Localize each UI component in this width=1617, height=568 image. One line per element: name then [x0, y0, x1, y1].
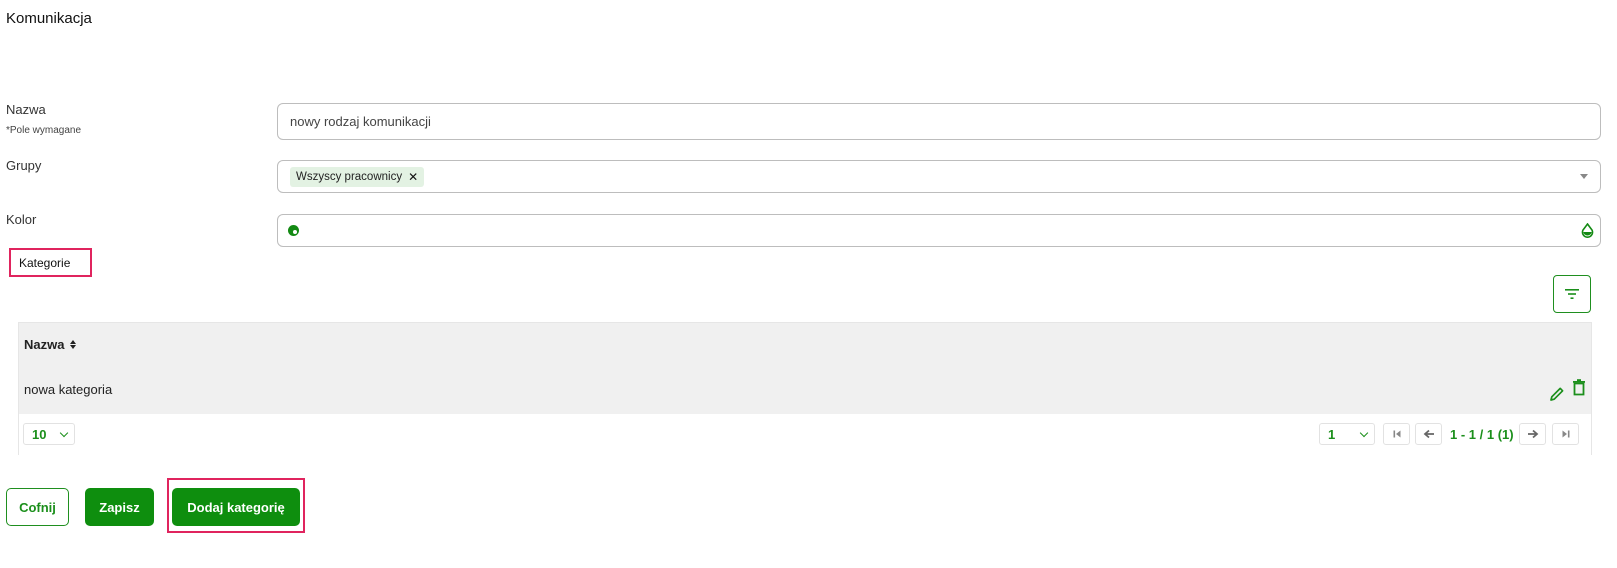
first-page-button[interactable] — [1383, 423, 1410, 445]
palette-icon — [288, 225, 299, 236]
page-number-select[interactable]: 1 — [1319, 423, 1375, 445]
last-page-button[interactable] — [1552, 423, 1579, 445]
page-title: Komunikacja — [6, 10, 92, 27]
add-category-highlight: Dodaj kategorię — [167, 478, 305, 533]
page-number-value: 1 — [1328, 426, 1336, 442]
filter-icon — [1565, 289, 1579, 299]
page-size-value: 10 — [32, 426, 47, 442]
pencil-icon[interactable] — [1548, 385, 1566, 403]
column-header-name-label: Nazwa — [24, 336, 65, 352]
name-label: Nazwa — [6, 102, 46, 117]
last-page-icon — [1562, 430, 1569, 438]
trash-icon[interactable] — [1572, 379, 1586, 396]
groups-label: Grupy — [6, 158, 42, 173]
color-field[interactable] — [277, 214, 1601, 247]
groups-select[interactable]: Wszyscy pracownicy ✕ — [277, 160, 1601, 193]
next-page-button[interactable] — [1519, 423, 1546, 445]
required-note: *Pole wymagane — [6, 125, 82, 136]
color-label: Kolor — [6, 212, 37, 227]
category-name-cell: nowa kategoria — [24, 382, 113, 397]
name-field[interactable] — [277, 103, 1601, 140]
chevron-down-icon — [1359, 428, 1369, 438]
table-footer: 10 1 1 - 1 / 1 (1) — [19, 414, 1591, 455]
chevron-down-icon[interactable] — [1580, 174, 1588, 179]
column-header-name[interactable]: Nazwa — [24, 336, 77, 352]
save-button[interactable]: Zapisz — [85, 488, 154, 526]
categories-table: Nazwa nowa kategoria 10 1 1 - 1 / 1 (1) — [18, 322, 1592, 455]
sort-icon[interactable] — [70, 339, 77, 349]
previous-page-button[interactable] — [1415, 423, 1442, 445]
group-chip-label: Wszyscy pracownicy — [296, 170, 403, 183]
first-page-icon — [1393, 430, 1400, 438]
name-input[interactable] — [278, 104, 1600, 139]
group-chip: Wszyscy pracownicy ✕ — [290, 166, 425, 187]
categories-label-text: Kategorie — [19, 255, 71, 270]
add-category-button[interactable]: Dodaj kategorię — [172, 488, 300, 526]
table-header: Nazwa — [19, 323, 1591, 365]
back-button[interactable]: Cofnij — [6, 488, 69, 526]
page-size-select[interactable]: 10 — [23, 423, 75, 445]
next-page-icon — [1527, 429, 1538, 439]
previous-page-icon — [1423, 429, 1434, 439]
chevron-down-icon — [59, 428, 69, 438]
categories-section-label: Kategorie — [9, 248, 92, 277]
remove-chip-icon[interactable]: ✕ — [408, 170, 418, 184]
filter-button[interactable] — [1553, 275, 1591, 313]
page-info: 1 - 1 / 1 (1) — [1450, 427, 1514, 442]
color-drop-icon[interactable] — [1581, 223, 1594, 238]
table-row[interactable]: nowa kategoria — [19, 365, 1591, 414]
